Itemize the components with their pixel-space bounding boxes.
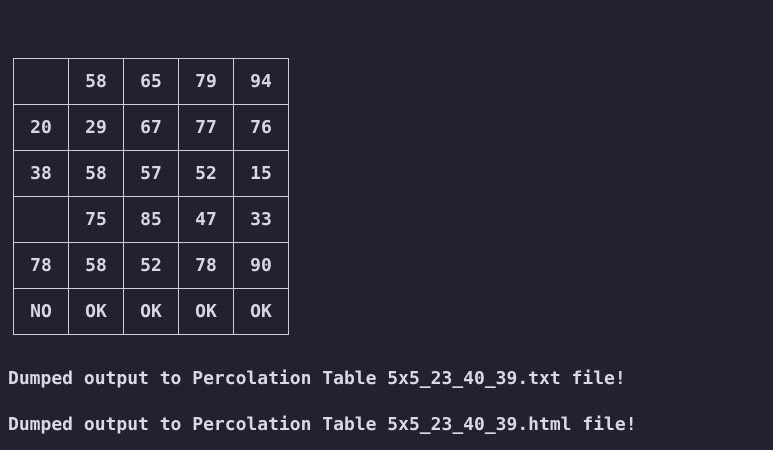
table-row: 38 58 57 52 15 bbox=[13, 150, 289, 197]
table-cell: 33 bbox=[233, 196, 289, 243]
table-cell: 94 bbox=[233, 58, 289, 105]
table-cell bbox=[13, 58, 69, 105]
table-cell: 79 bbox=[178, 58, 234, 105]
txt-dump-message: Dumped output to Percolation Table 5x5_2… bbox=[8, 368, 626, 389]
table-row: 75 85 47 33 bbox=[13, 196, 289, 243]
table-cell: 76 bbox=[233, 104, 289, 151]
table-cell: 58 bbox=[68, 242, 124, 289]
status-cell: NO bbox=[13, 288, 69, 335]
status-cell: OK bbox=[178, 288, 234, 335]
percolation-table: 58 65 79 94 20 29 67 77 76 38 58 57 52 1… bbox=[13, 58, 289, 335]
table-cell: 75 bbox=[68, 196, 124, 243]
table-cell: 90 bbox=[233, 242, 289, 289]
status-cell: OK bbox=[68, 288, 124, 335]
table-cell: 65 bbox=[123, 58, 179, 105]
terminal-output: 58 65 79 94 20 29 67 77 76 38 58 57 52 1… bbox=[0, 0, 773, 450]
table-cell: 20 bbox=[13, 104, 69, 151]
table-cell: 85 bbox=[123, 196, 179, 243]
table-cell: 38 bbox=[13, 150, 69, 197]
table-cell: 58 bbox=[68, 150, 124, 197]
table-cell: 67 bbox=[123, 104, 179, 151]
table-cell: 77 bbox=[178, 104, 234, 151]
table-cell: 57 bbox=[123, 150, 179, 197]
table-cell: 47 bbox=[178, 196, 234, 243]
table-cell: 78 bbox=[178, 242, 234, 289]
table-row: 78 58 52 78 90 bbox=[13, 242, 289, 289]
status-cell: OK bbox=[123, 288, 179, 335]
table-cell: 58 bbox=[68, 58, 124, 105]
table-cell bbox=[13, 196, 69, 243]
table-cell: 78 bbox=[13, 242, 69, 289]
table-cell: 52 bbox=[123, 242, 179, 289]
table-cell: 52 bbox=[178, 150, 234, 197]
status-row: NO OK OK OK OK bbox=[13, 288, 289, 335]
html-dump-message: Dumped output to Percolation Table 5x5_2… bbox=[8, 414, 637, 435]
table-cell: 15 bbox=[233, 150, 289, 197]
table-row: 58 65 79 94 bbox=[13, 58, 289, 105]
table-cell: 29 bbox=[68, 104, 124, 151]
status-cell: OK bbox=[233, 288, 289, 335]
table-row: 20 29 67 77 76 bbox=[13, 104, 289, 151]
